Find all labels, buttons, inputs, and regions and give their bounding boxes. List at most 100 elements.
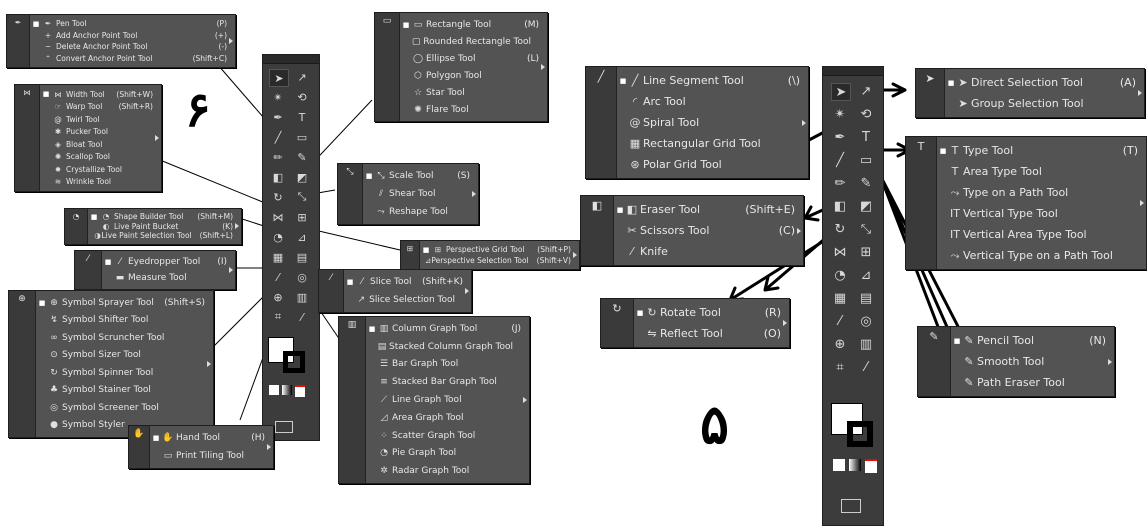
menu-item-direct-selection[interactable]: ■ ➤ Direct Selection Tool (A): [947, 72, 1136, 93]
toolbar-tool-button[interactable]: ╱: [269, 129, 287, 145]
toolbar-tool-button[interactable]: ⊿: [857, 267, 875, 283]
menu-item-flare[interactable]: ✺ Flare Tool: [402, 101, 539, 118]
menu-item-twirl[interactable]: @ Twirl Tool: [42, 113, 153, 126]
menu-item-knife[interactable]: ⁄ Knife: [616, 241, 795, 262]
toolbar-tool-button[interactable]: ⤡: [857, 221, 875, 237]
menu-item-type[interactable]: ■ T Type Tool (T): [939, 140, 1138, 161]
menu-item-scissors[interactable]: ✂ Scissors Tool (C): [616, 220, 795, 241]
stroke-swatch[interactable]: [283, 351, 305, 373]
tearoff-arrow-icon[interactable]: [207, 361, 211, 367]
tearoff-arrow-icon[interactable]: [541, 64, 545, 70]
menu-item-crystallize[interactable]: ✹ Crystallize Tool: [42, 163, 153, 176]
tearoff-arrow-icon[interactable]: [229, 38, 233, 44]
toolbar-tool-button[interactable]: ✎: [857, 175, 875, 191]
menu-item-pencil[interactable]: ■ ✎ Pencil Tool (N): [953, 330, 1106, 351]
gradient-mode-icon[interactable]: [282, 385, 292, 395]
menu-item-polygon[interactable]: ⬡ Polygon Tool: [402, 67, 539, 84]
toolbar-tool-button[interactable]: ⁄: [831, 313, 849, 329]
tearoff-arrow-icon[interactable]: [573, 252, 577, 258]
toolbar-tool-button[interactable]: ◔: [269, 229, 287, 245]
menu-item-scallop[interactable]: ✺ Scallop Tool: [42, 151, 153, 164]
tearoff-arrow-icon[interactable]: [523, 397, 527, 404]
menu-item-symbol-scruncher[interactable]: ∞ Symbol Scruncher Tool: [38, 329, 205, 347]
menu-item-rounded-rectangle[interactable]: ▢ Rounded Rectangle Tool: [402, 33, 539, 50]
menu-item-perspective-grid[interactable]: ■ ⊞ Perspective Grid Tool (Shift+P): [422, 244, 571, 255]
toolbar-tool-button[interactable]: ⊞: [293, 209, 311, 225]
toolbar-tool-button[interactable]: ⊕: [269, 289, 287, 305]
tearoff-arrow-icon[interactable]: [155, 135, 159, 141]
menu-item-add-anchor[interactable]: + Add Anchor Point Tool (+): [32, 30, 227, 42]
toolbar-grip[interactable]: [263, 55, 319, 64]
menu-item-line-segment[interactable]: ■ ╱ Line Segment Tool (\): [619, 70, 800, 91]
flyout-parent-icon[interactable]: ⤡: [338, 164, 363, 224]
menu-item-group-selection[interactable]: ➤ Group Selection Tool: [947, 93, 1136, 114]
toolbar-tool-button[interactable]: ✏: [831, 175, 849, 191]
toolbar-tool-button[interactable]: T: [293, 109, 311, 125]
menu-item-shear[interactable]: ⫽ Shear Tool: [365, 185, 470, 203]
menu-item-radar-graph[interactable]: ✲ Radar Graph Tool: [368, 462, 521, 480]
menu-item-symbol-spinner[interactable]: ↻ Symbol Spinner Tool: [38, 364, 205, 382]
menu-item-symbol-sprayer[interactable]: ■ ⊕ Symbol Sprayer Tool (Shift+S): [38, 294, 205, 312]
menu-item-vertical-type[interactable]: IT Vertical Type Tool: [939, 203, 1138, 224]
menu-item-vertical-area-type[interactable]: IT Vertical Area Type Tool: [939, 224, 1138, 245]
toolbar-tool-button[interactable]: ⋈: [831, 244, 849, 260]
menu-item-area-graph[interactable]: ◿ Area Graph Tool: [368, 409, 521, 427]
flyout-parent-icon[interactable]: ⁄: [75, 251, 102, 289]
color-mode-icon[interactable]: [833, 459, 845, 471]
menu-item-pen[interactable]: ■ ✒ Pen Tool (P): [32, 18, 227, 30]
toolbar-tool-button[interactable]: ✴: [269, 89, 287, 105]
menu-item-column-graph[interactable]: ■ ▥ Column Graph Tool (J): [368, 320, 521, 338]
menu-item-rectangle[interactable]: ■ ▭ Rectangle Tool (M): [402, 16, 539, 33]
toolbar-tool-button[interactable]: ◔: [831, 267, 849, 283]
menu-item-rotate[interactable]: ■ ↻ Rotate Tool (R): [636, 302, 781, 323]
menu-item-width[interactable]: ■ ⋈ Width Tool (Shift+W): [42, 88, 153, 101]
toolbar-tool-button[interactable]: ↗: [293, 69, 311, 85]
menu-item-eyedropper[interactable]: ■ ⁄ Eyedropper Tool (I): [104, 254, 227, 270]
tearoff-arrow-icon[interactable]: [802, 119, 806, 126]
toolbar-tool-button[interactable]: ↗: [857, 83, 875, 99]
menu-item-delete-anchor[interactable]: − Delete Anchor Point Tool (-): [32, 41, 227, 53]
tearoff-arrow-icon[interactable]: [472, 191, 476, 197]
flyout-parent-icon[interactable]: ◧: [581, 196, 614, 265]
flyout-parent-icon[interactable]: ↻: [601, 299, 634, 347]
menu-item-hand[interactable]: ■ ✋ Hand Tool (H): [152, 429, 265, 447]
gradient-mode-icon[interactable]: [849, 459, 861, 471]
menu-item-symbol-shifter[interactable]: ↯ Symbol Shifter Tool: [38, 312, 205, 330]
menu-item-slice-selection[interactable]: ↗ Slice Selection Tool: [346, 291, 463, 309]
toolbar-tool-button[interactable]: ↻: [831, 221, 849, 237]
toolbar-tool-button[interactable]: ◧: [831, 198, 849, 214]
none-mode-icon[interactable]: [295, 385, 305, 397]
toolbar-tool-button[interactable]: ⤡: [293, 189, 311, 205]
menu-item-slice[interactable]: ■ ⁄ Slice Tool (Shift+K): [346, 273, 463, 291]
toolbar-tool-button[interactable]: ↻: [269, 189, 287, 205]
toolbar-tool-button[interactable]: ◧: [269, 169, 287, 185]
toolbar-tool-button[interactable]: ⁄: [293, 309, 311, 325]
menu-item-pucker[interactable]: ✱ Pucker Tool: [42, 126, 153, 139]
tearoff-arrow-icon[interactable]: [267, 444, 271, 450]
flyout-parent-icon[interactable]: ▥: [339, 317, 366, 484]
toolbar-tool-button[interactable]: ⁄: [857, 359, 875, 375]
flyout-parent-icon[interactable]: ⋈: [15, 85, 40, 191]
menu-item-reshape[interactable]: ⤳ Reshape Tool: [365, 203, 470, 221]
toolbar-tool-button[interactable]: ▥: [857, 336, 875, 352]
menu-item-vertical-type-on-path[interactable]: ⤳ Vertical Type on a Path Tool: [939, 245, 1138, 266]
tearoff-arrow-icon[interactable]: [235, 223, 239, 230]
tearoff-arrow-icon[interactable]: [229, 267, 233, 273]
menu-item-live-paint-selection[interactable]: ◑ Live Paint Selection Tool (Shift+L): [90, 231, 233, 241]
menu-item-symbol-screener[interactable]: ◎ Symbol Screener Tool: [38, 399, 205, 417]
menu-item-scale[interactable]: ■ ⤡ Scale Tool (S): [365, 167, 470, 185]
toolbar-tool-button[interactable]: ⊕: [831, 336, 849, 352]
toolbar-tool-button[interactable]: ⟲: [857, 106, 875, 122]
menu-item-ellipse[interactable]: ◯ Ellipse Tool (L): [402, 50, 539, 67]
menu-item-reflect[interactable]: ⇋ Reflect Tool (O): [636, 323, 781, 344]
toolbar-tool-button[interactable]: ✏: [269, 149, 287, 165]
toolbar-tool-button[interactable]: ✴: [831, 106, 849, 122]
menu-item-shape-builder[interactable]: ■ ◔ Shape Builder Tool (Shift+M): [90, 212, 233, 222]
menu-item-live-paint-bucket[interactable]: ◐ Live Paint Bucket (K): [90, 222, 233, 232]
toolbar-tool-button[interactable]: ▤: [857, 290, 875, 306]
tearoff-arrow-icon[interactable]: [797, 227, 801, 234]
menu-item-polar-grid[interactable]: ⊛ Polar Grid Tool: [619, 154, 800, 175]
menu-item-wrinkle[interactable]: ≋ Wrinkle Tool: [42, 176, 153, 189]
toolbar-tool-button[interactable]: ✒: [269, 109, 287, 125]
menu-item-stacked-column-graph[interactable]: ▤ Stacked Column Graph Tool: [368, 338, 521, 356]
